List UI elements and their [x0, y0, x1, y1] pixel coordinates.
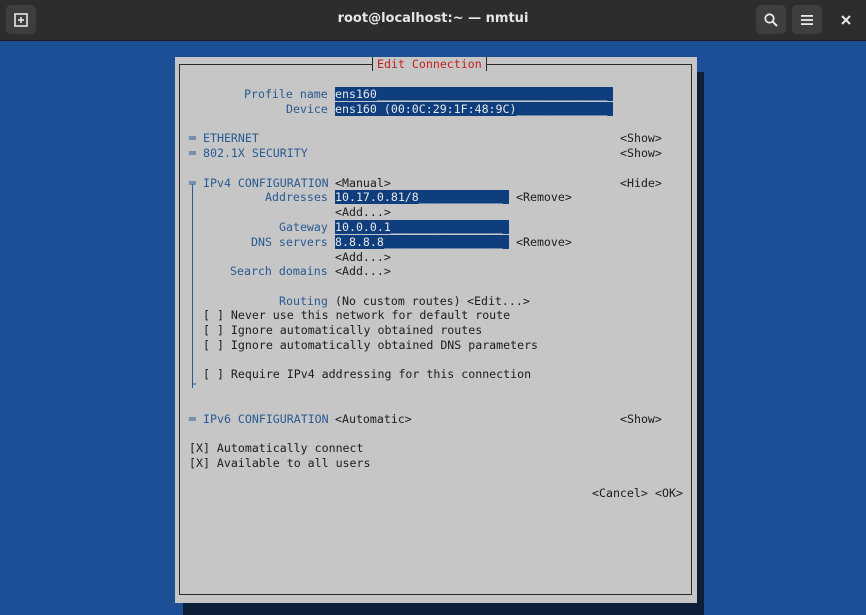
dns-add-button[interactable]: <Add...>: [335, 250, 391, 264]
ethernet-show-button[interactable]: <Show>: [620, 131, 662, 145]
ipv4-hide-button[interactable]: <Hide>: [620, 176, 662, 190]
ipv6-mode-dropdown[interactable]: <Automatic>: [335, 412, 412, 426]
ipv6-marker: ═: [189, 412, 196, 426]
address-field[interactable]: 10.17.0.81/8____________: [335, 190, 509, 204]
ipv6-show-button[interactable]: <Show>: [620, 412, 662, 426]
ignore-routes-checkbox[interactable]: [ ] Ignore automatically obtained routes: [203, 323, 482, 337]
search-button[interactable]: [756, 5, 786, 34]
window-titlebar: root@localhost:~ — nmtui: [0, 0, 866, 41]
ipv6-section-label: IPv6 CONFIGURATION: [203, 412, 329, 426]
addresses-label: Addresses: [265, 190, 328, 204]
dns-servers-label: DNS servers: [251, 235, 328, 249]
profile-name-label: Profile name: [244, 87, 328, 101]
ipv4-mode-dropdown[interactable]: <Manual>: [335, 176, 391, 190]
ipv4-section-end: └: [189, 377, 196, 391]
security-section-label: 802.1X SECURITY: [203, 146, 308, 160]
routing-label: Routing: [279, 294, 328, 308]
routing-edit-button[interactable]: <Edit...>: [467, 294, 530, 308]
hamburger-menu-icon: [801, 14, 813, 25]
profile-name-field[interactable]: ens160_________________________________: [335, 87, 613, 101]
dns-server-field[interactable]: 8.8.8.8_________________: [335, 235, 509, 249]
ignore-dns-checkbox[interactable]: [ ] Ignore automatically obtained DNS pa…: [203, 338, 538, 352]
search-icon: [764, 12, 778, 27]
ok-button[interactable]: <OK>: [655, 486, 683, 500]
address-remove-button[interactable]: <Remove>: [516, 190, 572, 204]
search-domains-add-button[interactable]: <Add...>: [335, 264, 391, 278]
dialog-title-text: Edit Connection: [377, 57, 482, 71]
auto-connect-checkbox[interactable]: [X] Automatically connect: [189, 441, 364, 455]
ipv4-section-label: IPv4 CONFIGURATION: [203, 176, 329, 190]
search-domains-label: Search domains: [230, 264, 328, 278]
ethernet-section-label: ETHERNET: [203, 131, 259, 145]
menu-button[interactable]: [792, 5, 822, 34]
ethernet-marker: ═: [189, 131, 196, 145]
address-add-button[interactable]: <Add...>: [335, 205, 391, 219]
all-users-checkbox[interactable]: [X] Available to all users: [189, 456, 370, 470]
close-icon: [841, 15, 851, 25]
dns-remove-button[interactable]: <Remove>: [516, 235, 572, 249]
gateway-label: Gateway: [279, 220, 328, 234]
never-default-route-checkbox[interactable]: [ ] Never use this network for default r…: [203, 308, 510, 322]
window-title: root@localhost:~ — nmtui: [337, 11, 529, 26]
close-button[interactable]: [834, 8, 858, 32]
device-label: Device: [286, 102, 328, 116]
gateway-field[interactable]: 10.0.0.1________________: [335, 220, 509, 234]
cancel-button[interactable]: <Cancel>: [592, 486, 648, 500]
security-marker: ═: [189, 146, 196, 160]
ipv4-section-line: [192, 188, 193, 388]
require-ipv4-checkbox[interactable]: [ ] Require IPv4 addressing for this con…: [203, 367, 531, 381]
device-field[interactable]: ens160 (00:0C:29:1F:48:9C)_____________: [335, 102, 613, 116]
security-show-button[interactable]: <Show>: [620, 146, 662, 160]
dialog-title: Edit Connection: [372, 57, 487, 71]
routing-value: (No custom routes): [335, 294, 461, 308]
